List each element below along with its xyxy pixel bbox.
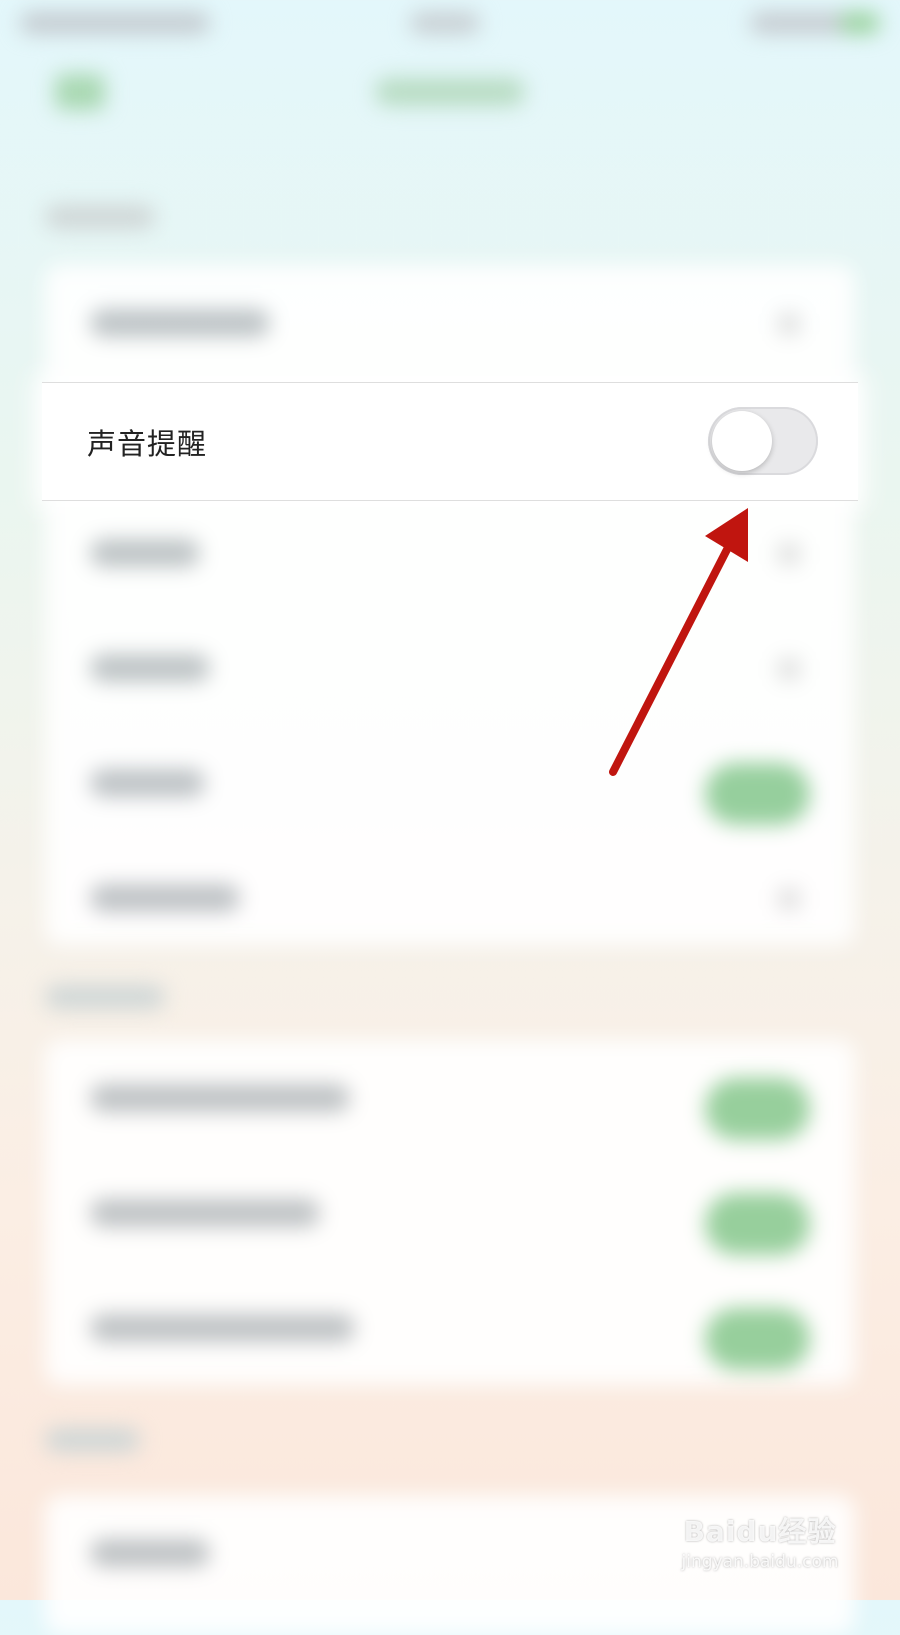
sound-reminder-label: 声音提醒: [87, 427, 208, 461]
settings-row[interactable]: [45, 610, 855, 725]
nav-bar: [0, 62, 900, 122]
settings-row[interactable]: [45, 265, 855, 380]
settings-row[interactable]: [45, 1040, 855, 1155]
row-label: [90, 309, 270, 337]
row-label: [90, 884, 240, 912]
row-label: [90, 1199, 320, 1227]
watermark-brand: Baidu经验: [683, 1515, 837, 1548]
toggle-knob: [712, 411, 772, 471]
row-label: [90, 769, 205, 797]
status-bar-battery: [750, 12, 880, 34]
watermark-url: jingyan.baidu.com: [681, 1552, 839, 1572]
row-label: [90, 1314, 355, 1342]
blurred-background: [0, 0, 900, 1635]
section-header: [45, 1428, 140, 1452]
settings-row[interactable]: [45, 725, 855, 840]
status-bar-left: [20, 12, 210, 34]
settings-row[interactable]: [45, 1270, 855, 1385]
row-label: [90, 1084, 350, 1112]
sound-reminder-toggle[interactable]: [708, 407, 818, 475]
row-label: [90, 1539, 210, 1567]
status-bar: [20, 8, 880, 38]
chevron-right-icon: [778, 313, 800, 335]
section-header: [45, 205, 155, 229]
settings-row[interactable]: [45, 495, 855, 610]
toggle-switch[interactable]: [705, 763, 810, 825]
chevron-right-icon: [778, 543, 800, 565]
back-icon[interactable]: [55, 74, 105, 110]
chevron-right-icon: [778, 888, 800, 910]
chevron-right-icon: [778, 658, 800, 680]
settings-row[interactable]: [45, 1155, 855, 1270]
status-bar-time: [410, 12, 480, 34]
toggle-switch[interactable]: [705, 1078, 810, 1140]
settings-row[interactable]: [45, 840, 855, 955]
toggle-switch[interactable]: [705, 1308, 810, 1370]
settings-group-1: [45, 265, 855, 945]
row-label: [90, 654, 210, 682]
settings-row-sound-reminder[interactable]: 声音提醒: [42, 382, 858, 501]
row-label: [90, 539, 200, 567]
section-header: [45, 985, 165, 1009]
toggle-switch[interactable]: [705, 1193, 810, 1255]
page-title: [375, 78, 525, 106]
settings-group-2: [45, 1040, 855, 1385]
baidu-watermark: Baidu经验 jingyan.baidu.com: [670, 1510, 850, 1572]
